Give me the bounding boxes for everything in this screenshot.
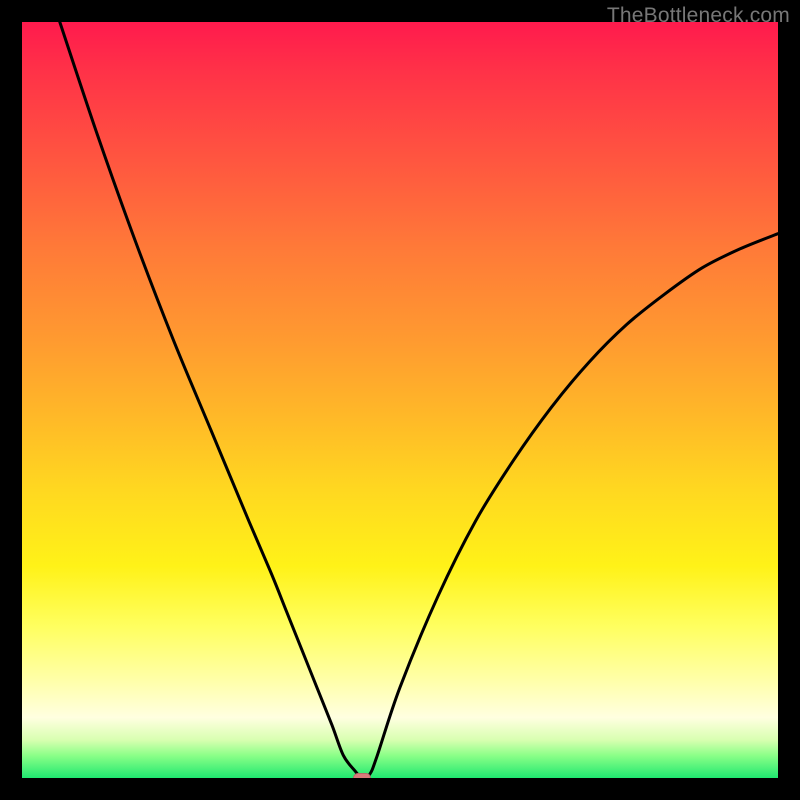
bottleneck-curve xyxy=(22,22,778,778)
optimal-point-marker xyxy=(353,773,371,778)
chart-frame: TheBottleneck.com xyxy=(0,0,800,800)
plot-area xyxy=(22,22,778,778)
